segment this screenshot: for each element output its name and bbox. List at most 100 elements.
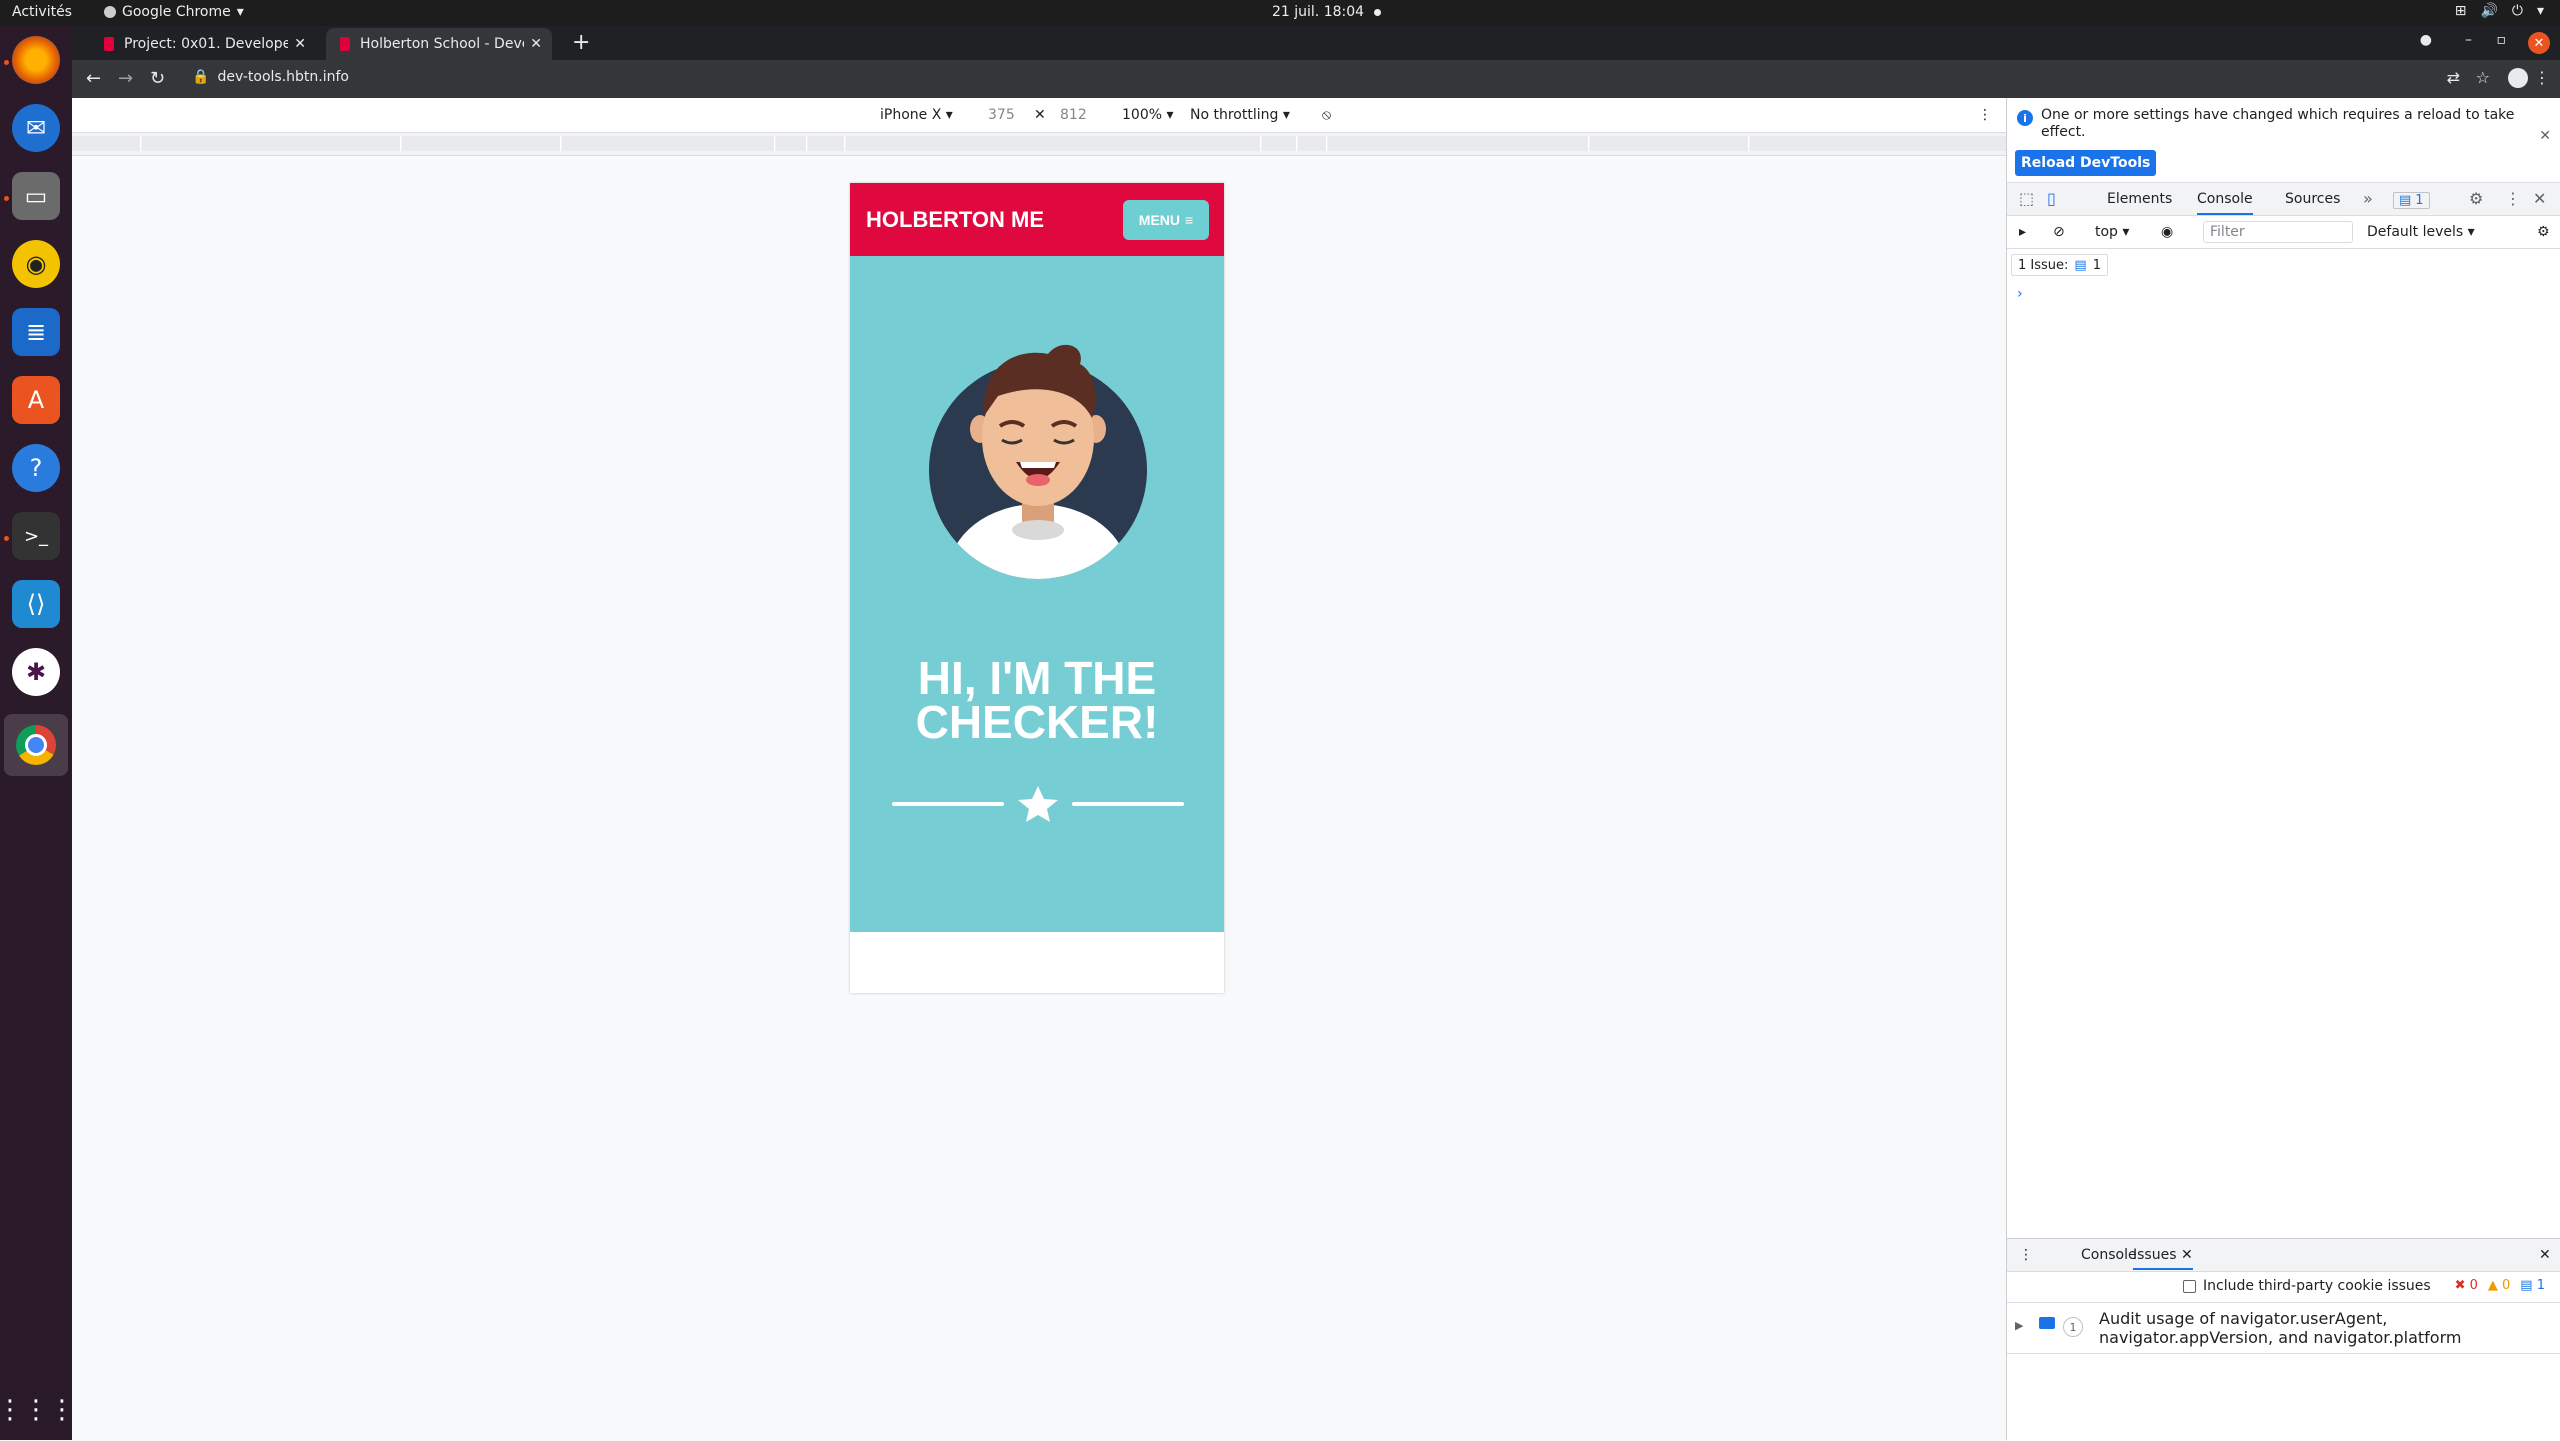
help-icon[interactable]: ? <box>12 444 60 492</box>
tab-search-icon[interactable]: ● <box>2420 32 2432 48</box>
drawer-tab-console[interactable]: Console <box>2081 1247 2137 1263</box>
settings-gear-icon[interactable]: ⚙ <box>2469 189 2483 208</box>
devtools-tabbar: ⬚ ▯ Elements Console Sources » ▤ 1 ⚙ ⋮ ✕ <box>2007 183 2560 216</box>
app-menu[interactable]: Google Chrome ▾ <box>104 4 244 20</box>
reload-icon[interactable]: ↻ <box>150 68 165 89</box>
holberton-favicon-icon <box>340 37 350 51</box>
close-tab-icon[interactable]: ✕ <box>530 36 542 52</box>
headline-line-1: HI, I'M THE <box>917 652 1157 704</box>
devtools-drawer: ⋮ Console Issues ✕ ✕ Include third-party… <box>2007 1238 2560 1441</box>
issue-title: Audit usage of navigator.userAgent, navi… <box>2099 1309 2462 1347</box>
close-drawer-icon[interactable]: ✕ <box>2539 1247 2551 1263</box>
thunderbird-icon[interactable]: ✉ <box>12 104 60 152</box>
sidebar-toggle-icon[interactable]: ▸ <box>2019 224 2026 240</box>
checker-avatar-image <box>929 344 1147 579</box>
system-top-bar: Activités Google Chrome ▾ 21 juil. 18:04… <box>0 0 2560 26</box>
files-icon[interactable]: ▭ <box>12 172 60 220</box>
firefox-icon[interactable] <box>12 36 60 84</box>
issues-badge[interactable]: ▤ 1 <box>2393 189 2430 209</box>
close-icon[interactable]: ✕ <box>2539 128 2551 144</box>
forward-icon[interactable]: → <box>118 68 133 89</box>
address-bar[interactable]: 🔒 dev-tools.hbtn.info <box>192 69 349 85</box>
tab-project[interactable]: Project: 0x01. Developer t ✕ <box>90 28 316 60</box>
restore-icon[interactable]: ▫ <box>2497 32 2507 48</box>
url-text: dev-tools.hbtn.info <box>217 69 349 85</box>
vscode-icon[interactable]: ⟨⟩ <box>12 580 60 628</box>
tab-console[interactable]: Console <box>2197 191 2253 215</box>
chrome-icon <box>16 725 56 765</box>
back-icon[interactable]: ← <box>86 68 101 89</box>
drawer-tab-issues[interactable]: Issues ✕ <box>2133 1247 2193 1270</box>
media-query-bar[interactable] <box>72 133 2007 156</box>
inspect-element-icon[interactable]: ⬚ <box>2019 189 2034 208</box>
headline-line-2: CHECKER! <box>915 696 1159 748</box>
notification-dot-icon <box>1374 8 1382 16</box>
running-indicator <box>4 536 9 541</box>
bookmark-star-icon[interactable]: ☆ <box>2476 68 2490 87</box>
divider-line-left <box>892 802 1004 806</box>
close-tab-icon[interactable]: ✕ <box>294 36 306 52</box>
warning-count: ▲ 0 <box>2487 1278 2511 1293</box>
levels-select[interactable]: Default levels ▾ <box>2367 224 2475 240</box>
terminal-icon[interactable]: >_ <box>12 512 60 560</box>
kebab-menu-icon[interactable]: ⋮ <box>2505 189 2521 208</box>
tab-holberton[interactable]: Holberton School - Develo ✕ <box>326 28 552 60</box>
hero-section: HI, I'M THE CHECKER! <box>850 256 1224 932</box>
dock: ✉ ▭ ◉ ≣ A ? >_ ⟨⟩ ✱ ⋮⋮⋮ <box>0 26 75 1440</box>
slack-icon[interactable]: ✱ <box>12 648 60 696</box>
more-tabs-icon[interactable]: » <box>2363 189 2373 208</box>
tab-sources[interactable]: Sources <box>2285 191 2340 207</box>
close-devtools-icon[interactable]: ✕ <box>2533 189 2546 208</box>
site-brand[interactable]: HOLBERTON ME <box>866 207 1044 233</box>
console-prompt[interactable]: › <box>2017 286 2023 302</box>
device-toggle-icon[interactable]: ▯ <box>2047 189 2056 208</box>
writer-icon[interactable]: ≣ <box>12 308 60 356</box>
chevron-down-icon: ▾ <box>2536 3 2544 19</box>
tab-elements[interactable]: Elements <box>2107 191 2172 207</box>
site-header: HOLBERTON ME MENU ≡ <box>850 183 1224 256</box>
live-expression-eye-icon[interactable]: ◉ <box>2161 224 2173 240</box>
context-select[interactable]: top ▾ <box>2095 224 2129 240</box>
software-icon[interactable]: A <box>12 376 60 424</box>
width-input[interactable]: 375 <box>988 107 1015 123</box>
context-value: top <box>2095 224 2118 240</box>
reload-devtools-button[interactable]: Reload DevTools <box>2015 150 2157 176</box>
console-settings-gear-icon[interactable]: ⚙ <box>2537 224 2550 240</box>
chrome-dock-item[interactable] <box>4 714 68 776</box>
issue-summary-label: 1 Issue: <box>2018 257 2069 273</box>
third-party-checkbox[interactable] <box>2183 1280 2196 1293</box>
window-close-icon[interactable]: ✕ <box>2528 32 2550 54</box>
new-tab-icon[interactable]: + <box>572 30 590 55</box>
expand-triangle-icon[interactable]: ▶ <box>2015 1319 2023 1332</box>
profile-avatar[interactable] <box>2508 68 2528 92</box>
console-filter-input[interactable]: Filter <box>2203 221 2353 243</box>
volume-icon: 🔊 <box>2480 3 2498 19</box>
chrome-menu-icon[interactable]: ⋮ <box>2534 68 2550 87</box>
info-icon: i <box>2017 110 2033 126</box>
throttling-select[interactable]: No throttling ▾ <box>1190 107 1290 123</box>
issue-row[interactable]: ▶ 1 Audit usage of navigator.userAgent, … <box>2007 1303 2560 1354</box>
rotate-icon[interactable]: ⦸ <box>1322 107 1331 123</box>
star-divider <box>892 786 1184 822</box>
issue-summary-button[interactable]: 1 Issue: ▤ 1 <box>2011 254 2108 276</box>
device-select[interactable]: iPhone X ▾ <box>880 107 953 123</box>
clear-console-icon[interactable]: ⊘ <box>2053 224 2065 240</box>
translate-icon[interactable]: ⇄ <box>2447 68 2460 87</box>
message-icon: ▤ <box>2074 257 2087 273</box>
zoom-select[interactable]: 100% ▾ <box>1122 107 1174 123</box>
menu-button[interactable]: MENU ≡ <box>1123 200 1209 240</box>
more-options-icon[interactable]: ⋮ <box>1978 107 1992 123</box>
tab-strip: Project: 0x01. Developer t ✕ Holberton S… <box>72 26 2560 60</box>
drawer-tabbar: ⋮ Console Issues ✕ ✕ <box>2007 1239 2560 1272</box>
device-name: iPhone X <box>880 107 942 123</box>
system-tray[interactable]: ⊞ 🔊 ⏻ ▾ <box>2455 3 2544 19</box>
minimize-icon[interactable]: – <box>2465 32 2472 48</box>
close-tab-icon[interactable]: ✕ <box>2181 1247 2193 1263</box>
height-input[interactable]: 812 <box>1060 107 1087 123</box>
rhythmbox-icon[interactable]: ◉ <box>12 240 60 288</box>
activities-button[interactable]: Activités <box>12 4 72 20</box>
app-grid-icon[interactable]: ⋮⋮⋮ <box>0 1386 75 1434</box>
drawer-menu-icon[interactable]: ⋮ <box>2019 1247 2033 1263</box>
clock[interactable]: 21 juil. 18:04 <box>1272 4 1382 20</box>
emulated-viewport: HOLBERTON ME MENU ≡ HI, I'M THE CHECKER! <box>72 156 2006 1440</box>
